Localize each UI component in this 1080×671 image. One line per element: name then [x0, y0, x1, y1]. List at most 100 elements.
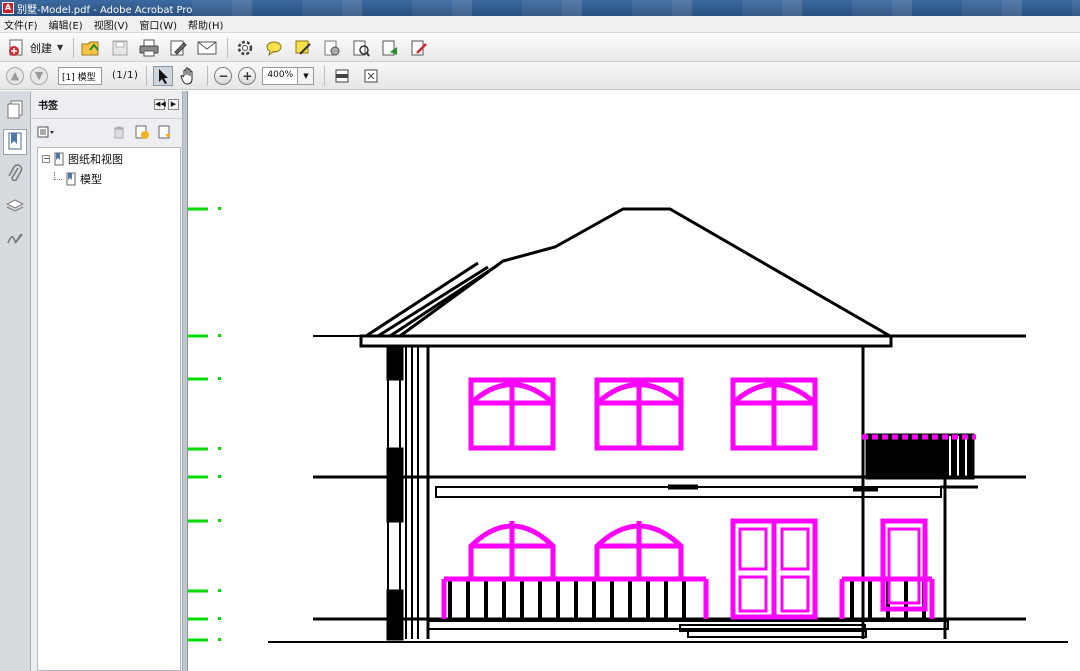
export-button[interactable] — [350, 37, 372, 59]
open-button[interactable] — [80, 37, 102, 59]
zoom-in-button[interactable]: + — [238, 66, 257, 85]
forms-button[interactable] — [408, 37, 430, 59]
create-icon — [9, 39, 23, 56]
cursor-icon — [159, 68, 169, 84]
collapse-panel-button[interactable]: ◀◀ — [154, 99, 166, 110]
menu-edit[interactable]: 编辑(E) — [49, 17, 83, 32]
menu-view[interactable]: 视图(V) — [94, 17, 129, 32]
navigation-toolbar: ▲ ▼ [1] 模型 (1/1) − + 400% ▼ — [0, 62, 1080, 90]
chevron-down-icon: ▼ — [57, 43, 64, 52]
new-bookmark-icon — [135, 125, 149, 139]
acrobat-app-icon: A — [2, 2, 14, 14]
arrow-up-icon: ▲ — [10, 69, 20, 82]
lower-window-2 — [594, 521, 684, 581]
pages-icon — [7, 100, 23, 119]
zoom-dropdown-button[interactable]: ▼ — [298, 66, 315, 85]
hand-tool-button[interactable] — [177, 65, 199, 87]
secure-icon — [324, 40, 340, 55]
export-icon — [353, 40, 370, 57]
bookmark-tree: − 图纸和视图 模型 — [37, 147, 181, 671]
bookmark-from-selection-button[interactable] — [156, 121, 175, 143]
create-button[interactable]: 创建 ▼ — [8, 39, 63, 57]
bookmarks-tools — [31, 119, 182, 145]
tree-item-model[interactable]: 模型 — [54, 171, 102, 187]
fit-width-button[interactable] — [331, 65, 353, 87]
bookmark-icon — [54, 152, 64, 166]
bookmarks-panel-header: 书签 ◀◀ ▶ — [31, 91, 182, 119]
house-elevation-drawing — [188, 207, 1068, 643]
edit-button[interactable] — [167, 37, 189, 59]
window-title: 别墅-Model.pdf - Adobe Acrobat Pro — [17, 4, 193, 16]
plus-icon: + — [242, 68, 253, 83]
next-page-button[interactable]: ▼ — [30, 66, 48, 85]
page-number-input[interactable]: [1] 模型 — [58, 66, 102, 85]
attachments-button[interactable] — [3, 161, 27, 187]
email-icon — [197, 41, 217, 54]
arrow-down-icon: ▼ — [34, 69, 44, 82]
menu-file[interactable]: 文件(F) — [4, 17, 38, 32]
tree-item-label: 图纸和视图 — [68, 153, 123, 166]
toolbar-divider — [146, 65, 148, 86]
select-tool-button[interactable] — [153, 65, 174, 86]
page-thumbnails-button[interactable] — [3, 97, 27, 123]
bookmark-icon — [8, 132, 22, 150]
tree-connector — [54, 172, 62, 180]
toolbar-divider — [207, 65, 209, 86]
collapse-icon[interactable]: − — [42, 155, 50, 163]
secure-button[interactable] — [321, 37, 343, 59]
signature-icon — [7, 233, 23, 244]
combine-icon — [382, 40, 398, 55]
layers-button[interactable] — [3, 193, 27, 219]
front-door — [730, 518, 818, 620]
level-markers — [188, 207, 221, 642]
menu-bar: 文件(F) 编辑(E) 视图(V) 窗口(W) 帮助(H) — [0, 16, 1080, 33]
toolbar-divider — [73, 37, 75, 58]
expand-panel-button[interactable]: ▶ — [168, 99, 179, 110]
print-button[interactable] — [138, 37, 160, 59]
toolbar-divider — [324, 65, 326, 86]
tree-item-drawings-and-views[interactable]: − 图纸和视图 — [42, 151, 123, 167]
menu-help[interactable]: 帮助(H) — [188, 17, 223, 32]
open-icon — [81, 41, 99, 55]
sign-icon — [295, 40, 311, 55]
create-label: 创建 — [30, 41, 52, 55]
chevron-right-icon: ▶ — [170, 100, 177, 108]
navigation-rail — [0, 91, 31, 671]
menu-window[interactable]: 窗口(W) — [139, 17, 177, 32]
settings-button[interactable] — [234, 37, 256, 59]
bookmark-selection-icon — [158, 125, 172, 139]
double-chevron-left-icon: ◀◀ — [155, 100, 166, 108]
combine-button[interactable] — [379, 37, 401, 59]
panel-title: 书签 — [38, 101, 58, 112]
print-icon — [139, 39, 159, 56]
lower-window-1 — [468, 521, 556, 581]
document-canvas[interactable] — [188, 91, 1080, 671]
fit-width-icon — [335, 69, 349, 82]
settings-icon — [237, 40, 253, 55]
tree-item-label: 模型 — [80, 173, 102, 186]
previous-page-button[interactable]: ▲ — [6, 66, 24, 85]
paperclip-icon — [8, 164, 23, 182]
edit-icon — [170, 40, 187, 55]
taskbar-background — [192, 0, 1080, 16]
sign-button[interactable] — [292, 37, 314, 59]
upper-window-1 — [468, 377, 556, 451]
comment-button[interactable] — [263, 37, 285, 59]
bookmark-icon — [66, 172, 76, 186]
save-icon — [112, 40, 128, 55]
zoom-level-input[interactable]: 400% — [262, 66, 299, 85]
fit-page-icon — [364, 69, 378, 82]
bookmark-options-button[interactable] — [37, 121, 57, 143]
email-button[interactable] — [196, 37, 218, 59]
signatures-button[interactable] — [3, 225, 27, 251]
new-bookmark-button[interactable] — [132, 121, 151, 143]
zoom-out-button[interactable]: − — [214, 66, 233, 85]
save-button[interactable] — [109, 37, 131, 59]
page-count: (1/1) — [112, 70, 139, 81]
bookmarks-button[interactable] — [3, 129, 27, 155]
fit-page-button[interactable] — [360, 65, 382, 87]
delete-bookmark-button[interactable] — [109, 121, 128, 143]
title-bar: A 别墅-Model.pdf - Adobe Acrobat Pro — [0, 0, 1080, 16]
main-toolbar: 创建 ▼ — [0, 34, 1080, 62]
forms-icon — [411, 40, 428, 55]
